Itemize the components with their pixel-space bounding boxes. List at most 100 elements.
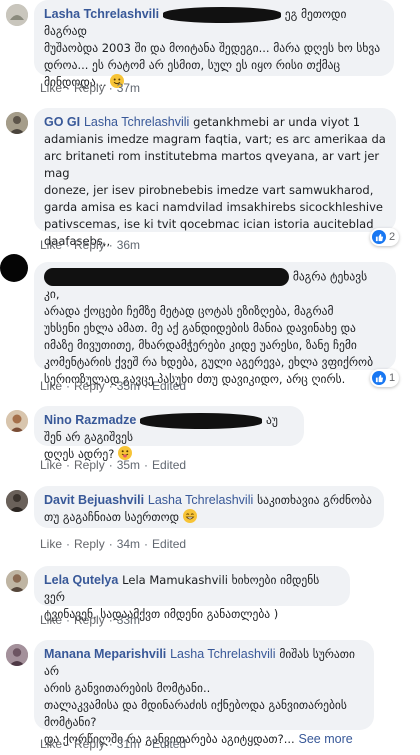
comment-bubble: Nino Razmadze აუ შენ არ გაგიშვეს დღეს ად…	[34, 406, 304, 461]
reply-button[interactable]: Reply	[74, 238, 105, 252]
like-button[interactable]: Like	[40, 238, 62, 252]
comment-actions: Like · Reply · 34m · Edited	[40, 537, 186, 551]
like-button[interactable]: Like	[40, 737, 62, 751]
comment-actions: Like · Reply · 35m · Edited	[40, 458, 186, 472]
separator: ·	[144, 458, 149, 472]
reaction-count-badge[interactable]: 1	[370, 369, 400, 387]
separator: ·	[66, 737, 71, 751]
edited-label[interactable]: Edited	[152, 537, 186, 551]
timestamp[interactable]: 36m	[117, 238, 140, 252]
comment-actions: Like · Reply · 33m	[40, 613, 140, 627]
comment-text-line: garda amisa es kaci namdvilad imsakhireb…	[44, 200, 383, 214]
comment-text-line: მუშაობდა 2003 ში და მოიტანა შედეგი... მა…	[44, 41, 381, 55]
separator: ·	[66, 379, 71, 393]
comment-text-line: მომტანი?	[44, 715, 97, 729]
separator: ·	[66, 81, 71, 95]
separator: ·	[108, 81, 113, 95]
avatar[interactable]	[6, 410, 28, 432]
comment-text-line: დროა... ეს რატომ არ ესმით, სულ ეს იყო რი…	[44, 58, 341, 72]
separator: ·	[66, 458, 71, 472]
separator: ·	[108, 238, 113, 252]
comment-text-line: კომენტარის ქვეშ რა ხდება, გული აგერევა, …	[44, 355, 374, 369]
comment-bubble: Lela Qutelya Lela Mamukashvili ხიხოები ი…	[34, 566, 350, 621]
reply-button[interactable]: Reply	[74, 379, 105, 393]
edited-label[interactable]: Edited	[152, 737, 186, 751]
comment-text-line: არადა ქოცები ჩემზე მეტად ცოტას ეზიზღება,…	[44, 304, 334, 318]
author-name[interactable]: Lasha Tchrelashvili	[44, 7, 159, 21]
author-name[interactable]: Manana Meparishvili	[44, 647, 166, 661]
redaction-mark	[140, 412, 263, 429]
comment-actions: Like · Reply · 35m · Edited	[40, 379, 186, 393]
reply-button[interactable]: Reply	[74, 737, 105, 751]
grin-emoji-icon	[182, 509, 197, 523]
timestamp[interactable]: 37m	[117, 81, 140, 95]
comment-text-line: თალაკვამისა და მდინარაძის იქნებოდა განვი…	[44, 698, 347, 712]
avatar[interactable]	[6, 570, 28, 592]
like-button[interactable]: Like	[40, 613, 62, 627]
separator: ·	[108, 458, 113, 472]
author-name[interactable]: Davit Bejuashvili	[44, 493, 144, 507]
separator: ·	[108, 537, 113, 551]
avatar[interactable]	[6, 4, 28, 26]
reaction-count: 2	[389, 231, 396, 243]
timestamp[interactable]: 35m	[117, 379, 140, 393]
edited-label[interactable]: Edited	[152, 458, 186, 472]
separator: ·	[144, 379, 149, 393]
comment-bubble: GO GI Lasha Tchrelashvili getankhmebi ar…	[34, 108, 396, 248]
separator: ·	[66, 238, 71, 252]
avatar[interactable]	[6, 490, 28, 512]
redaction-mark	[162, 6, 281, 23]
like-button[interactable]: Like	[40, 379, 62, 393]
see-more-link[interactable]: See more	[299, 732, 353, 746]
comment-actions: Like · Reply · 36m	[40, 238, 140, 252]
comment-text-line: pativscemas, ise ki tvit qocebmac ician …	[44, 217, 374, 231]
like-button[interactable]: Like	[40, 458, 62, 472]
like-button[interactable]: Like	[40, 81, 62, 95]
author-name[interactable]: GO GI	[44, 115, 80, 129]
comment-actions: Like · Reply · 37m	[40, 81, 140, 95]
separator: ·	[144, 737, 149, 751]
like-button[interactable]: Like	[40, 537, 62, 551]
like-reaction-icon	[372, 371, 386, 385]
reaction-count: 1	[389, 372, 396, 384]
reply-button[interactable]: Reply	[74, 458, 105, 472]
author-name[interactable]: Lela Qutelya	[44, 573, 118, 587]
reply-button[interactable]: Reply	[74, 537, 105, 551]
comment-text-line: adamianis imedze magram faqtia, vart; es…	[44, 132, 386, 146]
reaction-count-badge[interactable]: 2	[370, 228, 400, 246]
timestamp[interactable]: 33m	[117, 613, 140, 627]
comment-text-line: თუ გაგაჩნიათ საერთოდ	[44, 510, 180, 524]
separator: ·	[108, 613, 113, 627]
comment-text-line: იმაზე მივუთითე, მხარდამჭერები კიდე უარეს…	[44, 338, 357, 352]
comment-text-line: არის განვითარების მომტანი..	[44, 681, 211, 695]
reply-button[interactable]: Reply	[74, 613, 105, 627]
mention-link[interactable]: Lasha Tchrelashvili	[170, 647, 275, 661]
mention-link[interactable]: Lasha Tchrelashvili	[148, 493, 253, 507]
mention-link[interactable]: Lasha Tchrelashvili	[84, 115, 189, 129]
timestamp[interactable]: 34m	[117, 537, 140, 551]
separator: ·	[66, 537, 71, 551]
comment-text: getankhmebi ar unda viyot 1	[193, 115, 361, 129]
comment-text-line: უხსენი ეხლა ამათ. მე აქ განდიდების მანია…	[44, 321, 356, 335]
redaction-mark	[44, 268, 289, 286]
reply-button[interactable]: Reply	[74, 81, 105, 95]
separator: ·	[144, 537, 149, 551]
comment-text-line: arc britaneti rom institutebma martos qv…	[44, 149, 380, 180]
comment-bubble: Davit Bejuashvili Lasha Tchrelashvili სა…	[34, 486, 384, 528]
comment-bubble: Manana Meparishvili Lasha Tchrelashvili …	[34, 640, 374, 746]
timestamp[interactable]: 31m	[117, 737, 140, 751]
avatar[interactable]	[6, 112, 28, 134]
like-reaction-icon	[372, 230, 386, 244]
comment-bubble: მაგრა ტეხავს კი, არადა ქოცები ჩემზე მეტა…	[34, 262, 396, 386]
timestamp[interactable]: 35m	[117, 458, 140, 472]
comment-actions: Like · Reply · 31m · Edited	[40, 737, 186, 751]
comment-text: საკითხავია გრძნობა	[257, 493, 372, 507]
avatar-redacted	[0, 254, 28, 282]
author-name[interactable]: Nino Razmadze	[44, 413, 136, 427]
separator: ·	[108, 737, 113, 751]
separator: ·	[108, 379, 113, 393]
edited-label[interactable]: Edited	[152, 379, 186, 393]
avatar[interactable]	[6, 644, 28, 666]
separator: ·	[66, 613, 71, 627]
comment-feed: Lasha Tchrelashvili ეგ მეთოდი მაგრად მუშ…	[0, 0, 420, 755]
